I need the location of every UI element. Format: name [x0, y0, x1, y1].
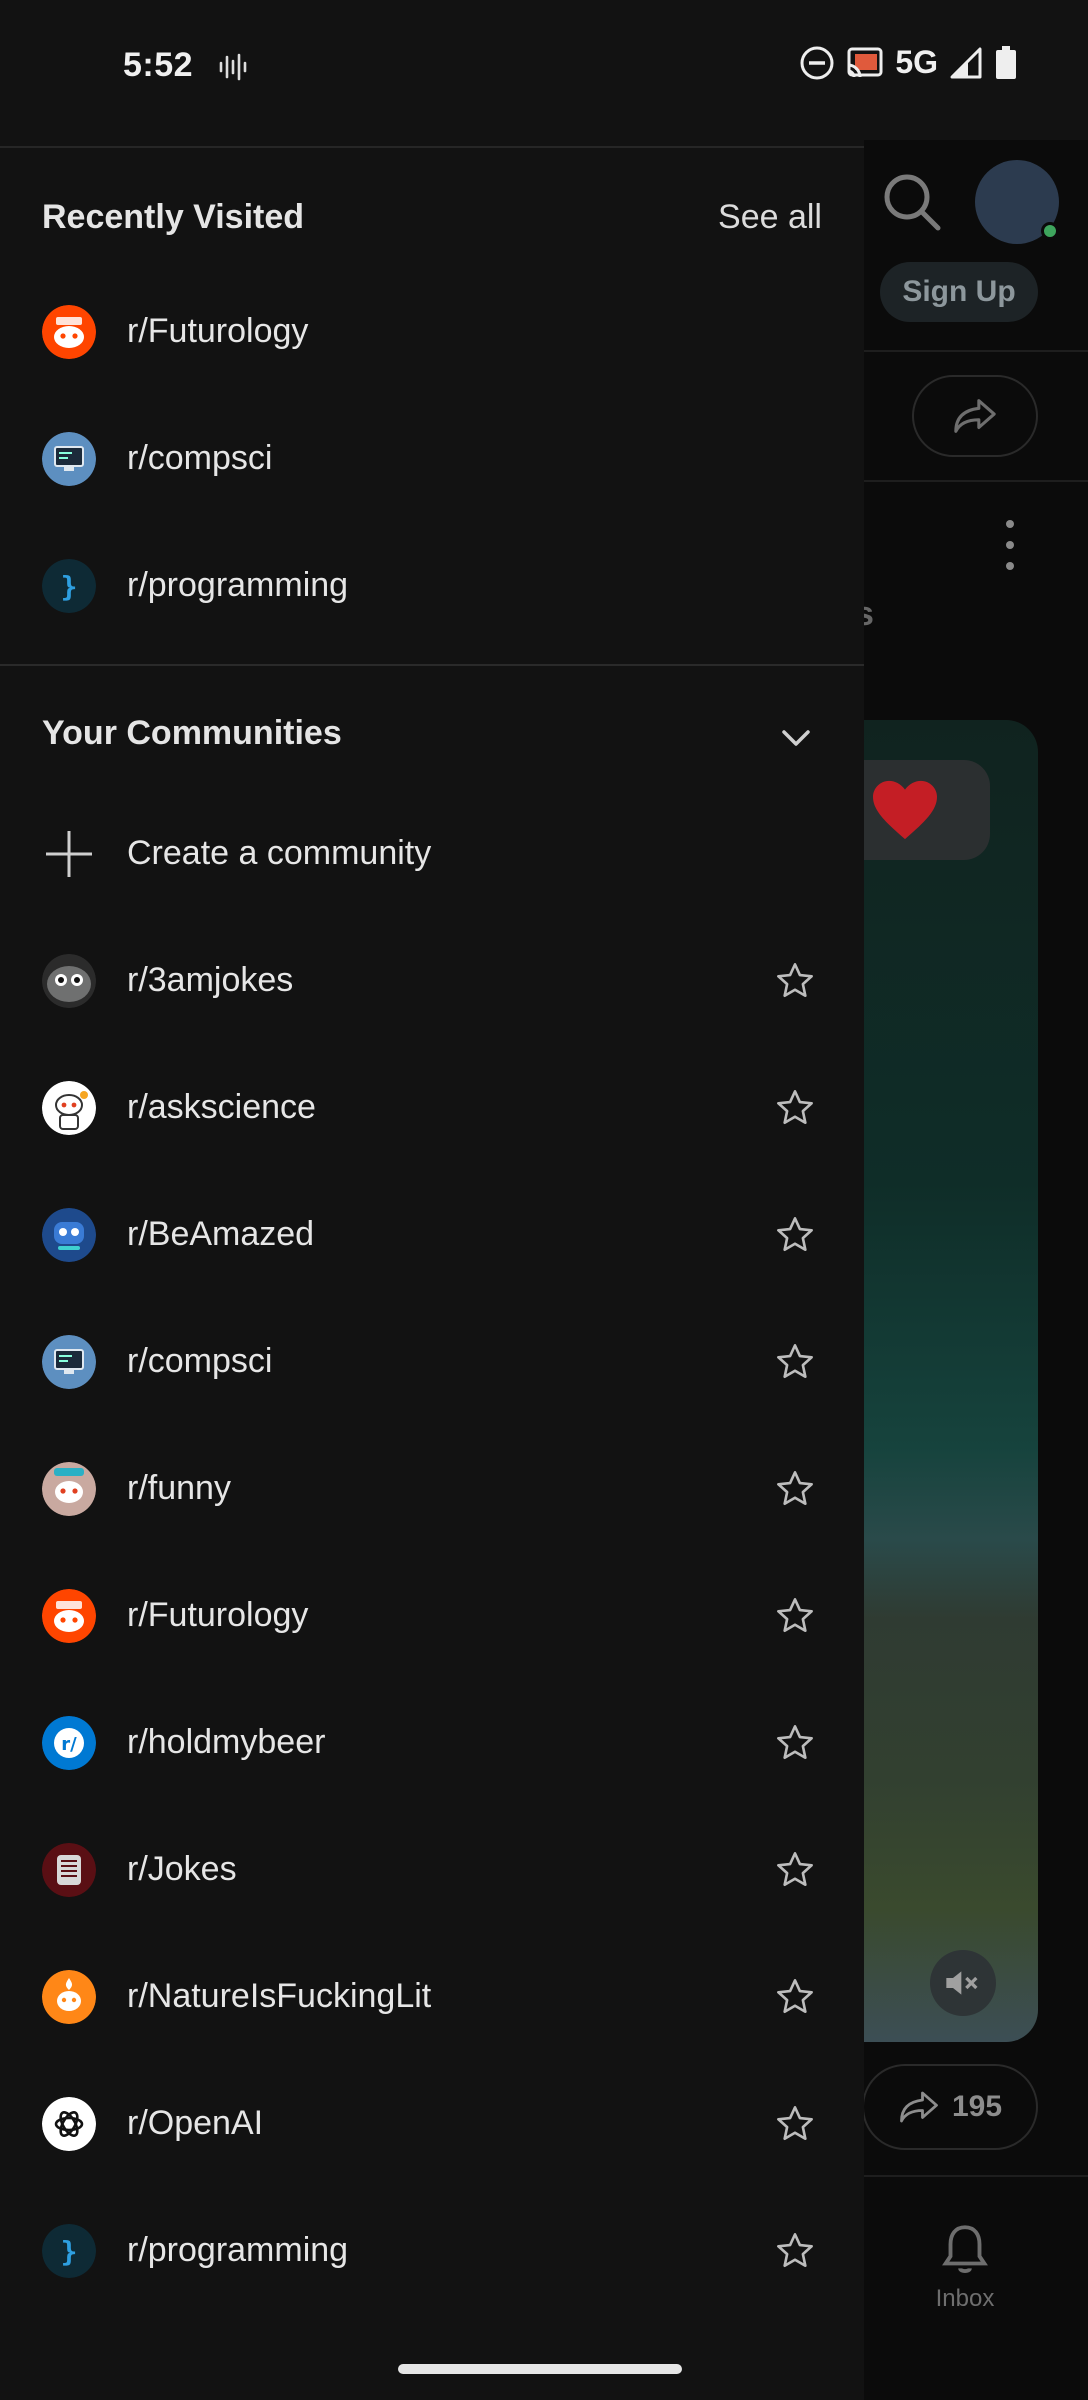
community-item-openai[interactable]: r/OpenAI [0, 2060, 864, 2187]
divider [860, 2175, 1088, 2177]
status-bar: 5:52 5G [0, 0, 1088, 140]
community-item-programming[interactable]: } r/programming [0, 522, 864, 649]
recently-visited-title: Recently Visited [42, 198, 305, 236]
favorite-star-icon[interactable] [772, 1339, 818, 1385]
community-label: r/Jokes [127, 1850, 237, 1888]
beamazed-avatar-icon [42, 1207, 96, 1262]
network-type: 5G [895, 44, 938, 80]
jokes-avatar-icon [42, 1842, 96, 1897]
cast-icon [847, 47, 883, 77]
community-item-compsci[interactable]: r/compsci [0, 395, 864, 522]
chevron-down-icon[interactable] [776, 718, 816, 758]
svg-text:}: } [61, 2235, 78, 2268]
online-indicator [1041, 222, 1059, 240]
favorite-star-icon[interactable] [772, 2101, 818, 2147]
community-item-futurology[interactable]: r/Futurology [0, 268, 864, 395]
programming-avatar-icon: } [42, 558, 96, 613]
navigation-drawer: 5:52 5G Recently Visited See all r/Futur… [0, 0, 1088, 2400]
favorite-star-icon[interactable] [772, 1085, 818, 1131]
community-item-natureisfuckinglit[interactable]: r/NatureIsFuckingLit [0, 1933, 864, 2060]
divider [0, 664, 864, 666]
futurology-avatar-icon [42, 1588, 96, 1643]
community-label: r/Futurology [127, 312, 309, 350]
community-label: r/compsci [127, 1342, 273, 1380]
community-item-3amjokes[interactable]: r/3amjokes [0, 917, 864, 1044]
home-indicator[interactable] [398, 2364, 682, 2374]
signal-icon [950, 47, 982, 78]
community-label: r/programming [127, 566, 349, 604]
favorite-star-icon[interactable] [772, 1847, 818, 1893]
community-item-jokes[interactable]: r/Jokes [0, 1806, 864, 1933]
community-label: r/NatureIsFuckingLit [127, 1977, 432, 2015]
status-time: 5:52 [123, 46, 194, 84]
bell-icon [942, 2225, 988, 2273]
svg-text:}: } [61, 570, 78, 603]
search-icon[interactable] [880, 170, 944, 234]
inbox-label: Inbox [935, 2285, 995, 2312]
favorite-star-icon[interactable] [772, 1974, 818, 2020]
create-community-label: Create a community [127, 834, 432, 872]
community-label: r/Futurology [127, 1596, 309, 1634]
tab-inbox[interactable]: Inbox [910, 2220, 1020, 2313]
favorite-star-icon[interactable] [772, 958, 818, 1004]
natureisfuckinglit-avatar-icon [42, 1969, 96, 2024]
community-item-holdmybeer[interactable]: r/r/holdmybeer [0, 1679, 864, 1806]
community-label: r/3amjokes [127, 961, 294, 999]
community-item-programming[interactable]: } r/programming [0, 2187, 864, 2314]
compsci-avatar-icon [42, 431, 96, 486]
community-label: r/funny [127, 1469, 231, 1507]
futurology-avatar-icon [42, 304, 96, 359]
create-community-button[interactable]: Create a community [0, 790, 864, 917]
share-count-button[interactable]: 195 [862, 2064, 1038, 2150]
community-label: r/compsci [127, 439, 273, 477]
community-item-askscience[interactable]: r/askscience [0, 1044, 864, 1171]
see-all-link[interactable]: See all [718, 198, 822, 237]
favorite-star-icon[interactable] [772, 1720, 818, 1766]
your-communities-title: Your Communities [42, 714, 342, 752]
divider [0, 146, 864, 148]
favorite-star-icon[interactable] [772, 2228, 818, 2274]
community-item-funny[interactable]: r/funny [0, 1425, 864, 1552]
favorite-star-icon[interactable] [772, 1466, 818, 1512]
sound-wave-icon [218, 52, 248, 87]
community-label: r/OpenAI [127, 2104, 264, 2142]
holdmybeer-avatar-icon: r/ [42, 1715, 96, 1770]
plus-icon [42, 827, 96, 881]
divider [860, 350, 1088, 352]
community-label: r/askscience [127, 1088, 316, 1126]
compsci-avatar-icon [42, 1334, 96, 1389]
divider [860, 480, 1088, 482]
openai-avatar-icon [42, 2096, 96, 2151]
askscience-avatar-icon [42, 1080, 96, 1135]
share-icon[interactable] [912, 375, 1038, 457]
do-not-disturb-icon [800, 46, 834, 79]
sign-up-button[interactable]: Sign Up [880, 262, 1038, 322]
community-label: r/holdmybeer [127, 1723, 326, 1761]
programming-avatar-icon: } [42, 2223, 96, 2278]
user-avatar[interactable] [975, 160, 1059, 244]
favorite-star-icon[interactable] [772, 1593, 818, 1639]
community-item-compsci[interactable]: r/compsci [0, 1298, 864, 1425]
battery-icon [996, 45, 1016, 79]
3amjokes-avatar-icon [42, 953, 96, 1008]
share-count: 195 [951, 2090, 1003, 2123]
community-item-beamazed[interactable]: r/BeAmazed [0, 1171, 864, 1298]
svg-text:r/: r/ [61, 1734, 77, 1755]
community-label: r/BeAmazed [127, 1215, 315, 1253]
status-icons: 5G [799, 44, 1018, 81]
community-item-futurology[interactable]: r/Futurology [0, 1552, 864, 1679]
mute-icon[interactable] [930, 1950, 996, 2016]
favorite-star-icon[interactable] [772, 1212, 818, 1258]
more-options-icon[interactable] [1000, 520, 1020, 570]
funny-avatar-icon [42, 1461, 96, 1516]
community-label: r/programming [127, 2231, 349, 2269]
